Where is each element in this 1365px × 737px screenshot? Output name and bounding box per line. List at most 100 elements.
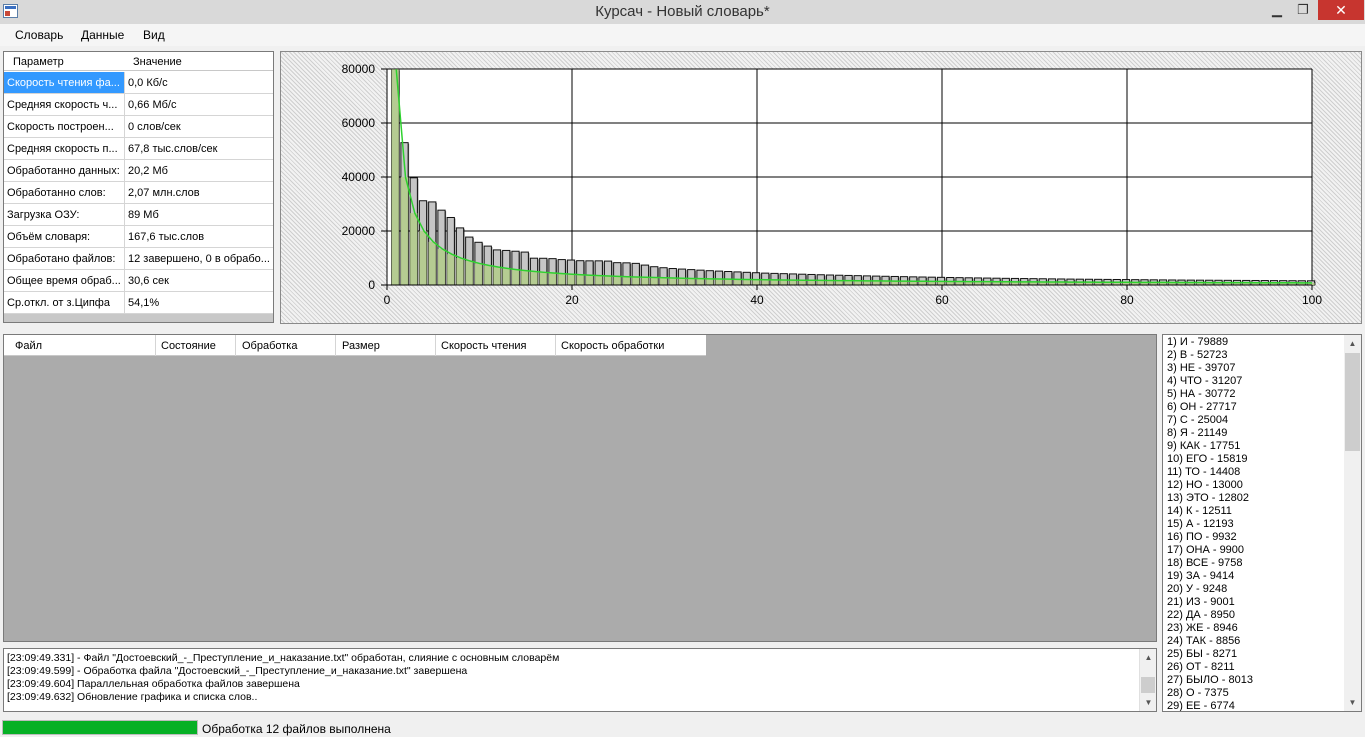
zipf-bar — [743, 279, 751, 285]
x-tick-label: 100 — [1302, 293, 1322, 307]
y-tick-label: 80000 — [342, 62, 376, 76]
scroll-thumb[interactable] — [1141, 677, 1155, 693]
zipf-bar — [632, 277, 640, 285]
scroll-down-icon[interactable]: ▼ — [1344, 694, 1361, 711]
column-header-size[interactable]: Размер — [342, 340, 380, 356]
parameter-row[interactable]: Скорость построен... 0 слов/сек — [4, 116, 273, 138]
parameter-row[interactable]: Обработанно данных: 20,2 Мб — [4, 160, 273, 182]
parameter-row[interactable]: Средняя скорость п... 67,8 тыс.слов/сек — [4, 138, 273, 160]
list-item[interactable]: 12) НО - 13000 — [1167, 479, 1243, 492]
list-item[interactable]: 1) И - 79889 — [1167, 336, 1228, 349]
zipf-bar — [576, 274, 584, 285]
zipf-bar — [447, 254, 455, 285]
log-box[interactable]: [23:09:49.331] - Файл "Достоевский_-_Пре… — [3, 648, 1157, 712]
parameter-row[interactable]: Ср.откл. от з.Ципфа 54,1% — [4, 292, 273, 314]
zipf-bar — [696, 278, 705, 285]
parameter-value: 89 Мб — [128, 209, 159, 221]
zipf-bar — [613, 276, 621, 285]
close-button[interactable]: ✕ — [1318, 0, 1364, 20]
list-item[interactable]: 7) С - 25004 — [1167, 414, 1228, 427]
x-tick-label: 60 — [935, 293, 949, 307]
scroll-up-icon[interactable]: ▲ — [1140, 649, 1156, 666]
list-item[interactable]: 6) ОН - 27717 — [1167, 401, 1237, 414]
word-list[interactable]: 1) И - 79889 2) В - 52723 3) НЕ - 39707 4) … — [1162, 334, 1362, 712]
x-tick-label: 80 — [1120, 293, 1134, 307]
zipf-bar — [428, 241, 436, 285]
parameter-name: Скорость чтения фа... — [4, 72, 125, 93]
menu-data[interactable]: Данные — [81, 28, 124, 42]
parameter-row[interactable]: Средняя скорость ч... 0,66 Мб/с — [4, 94, 273, 116]
list-item[interactable]: 23) ЖЕ - 8946 — [1167, 622, 1238, 635]
menu-view[interactable]: Вид — [143, 28, 165, 42]
status-text: Обработка 12 файлов выполнена — [202, 722, 391, 736]
list-item[interactable]: 26) ОТ - 8211 — [1167, 661, 1235, 674]
list-item[interactable]: 17) ОНА - 9900 — [1167, 544, 1244, 557]
menu-dictionary[interactable]: Словарь — [15, 28, 63, 42]
column-header-processing[interactable]: Обработка — [242, 340, 297, 356]
list-item[interactable]: 11) ТО - 14408 — [1167, 466, 1240, 479]
zipf-bar — [706, 278, 714, 285]
parameter-row[interactable]: Объём словаря: 167,6 тыс.слов — [4, 226, 273, 248]
parameter-row[interactable]: Обработанно слов: 2,07 млн.слов — [4, 182, 273, 204]
y-tick-label: 60000 — [342, 116, 376, 130]
parameter-row[interactable]: Общее время обраб... 30,6 сек — [4, 270, 273, 292]
parameter-row[interactable]: Обработано файлов: 12 завершено, 0 в обра… — [4, 248, 273, 270]
list-item[interactable]: 25) БЫ - 8271 — [1167, 648, 1237, 661]
zipf-bar — [724, 279, 732, 285]
parameter-name: Ср.откл. от з.Ципфа — [4, 292, 125, 313]
list-item[interactable]: 27) БЫЛО - 8013 — [1167, 674, 1253, 687]
column-header-process-speed[interactable]: Скорость обработки — [561, 340, 664, 356]
parameter-value: 167,6 тыс.слов — [128, 231, 205, 243]
scroll-thumb[interactable] — [1345, 353, 1360, 451]
parameter-row[interactable]: Скорость чтения фа... 0,0 Кб/с — [4, 72, 273, 94]
list-item[interactable]: 15) А - 12193 — [1167, 518, 1234, 531]
y-tick-label: 20000 — [342, 224, 376, 238]
list-item[interactable]: 28) О - 7375 — [1167, 687, 1229, 700]
list-item[interactable]: 10) ЕГО - 15819 — [1167, 453, 1248, 466]
minimize-button[interactable]: ▁ — [1264, 0, 1290, 20]
files-grid[interactable]: Файл Состояние Обработка Размер Скорость… — [3, 334, 1157, 642]
word-list-scrollbar[interactable]: ▲ ▼ — [1344, 335, 1361, 711]
list-item[interactable]: 18) ВСЕ - 9758 — [1167, 557, 1242, 570]
list-item[interactable]: 20) У - 9248 — [1167, 583, 1227, 596]
list-item[interactable]: 2) В - 52723 — [1167, 349, 1228, 362]
parameter-row[interactable]: Загрузка ОЗУ: 89 Мб — [4, 204, 273, 226]
app-window: Курсач - Новый словарь* ▁ ❐ ✕ Словарь Да… — [0, 0, 1365, 737]
parameter-name: Средняя скорость ч... — [4, 94, 125, 115]
list-item[interactable]: 5) НА - 30772 — [1167, 388, 1235, 401]
list-item[interactable]: 3) НЕ - 39707 — [1167, 362, 1235, 375]
progress-bar — [2, 720, 198, 735]
column-header-file[interactable]: Файл — [15, 340, 42, 356]
parameter-name: Скорость построен... — [4, 116, 125, 137]
list-item[interactable]: 16) ПО - 9932 — [1167, 531, 1237, 544]
scroll-up-icon[interactable]: ▲ — [1344, 335, 1361, 352]
scroll-down-icon[interactable]: ▼ — [1140, 694, 1156, 711]
parameters-header: Параметр Значение — [4, 52, 273, 71]
column-header-read-speed[interactable]: Скорость чтения — [441, 340, 527, 356]
log-line: [23:09:49.331] - Файл "Достоевский_-_Пре… — [7, 652, 560, 664]
column-header-parameter[interactable]: Параметр — [13, 56, 64, 68]
zipf-bar — [604, 276, 612, 285]
list-item[interactable]: 4) ЧТО - 31207 — [1167, 375, 1242, 388]
list-item[interactable]: 8) Я - 21149 — [1167, 427, 1227, 440]
parameter-name: Обработано файлов: — [4, 248, 125, 269]
parameters-grid[interactable]: Параметр Значение Скорость чтения фа... 0… — [3, 51, 274, 323]
column-header-state[interactable]: Состояние — [161, 340, 216, 356]
list-item[interactable]: 19) ЗА - 9414 — [1167, 570, 1234, 583]
column-header-value[interactable]: Значение — [133, 56, 182, 68]
list-item[interactable]: 9) КАК - 17751 — [1167, 440, 1240, 453]
maximize-button[interactable]: ❐ — [1290, 0, 1316, 20]
list-item[interactable]: 22) ДА - 8950 — [1167, 609, 1235, 622]
zipf-bar — [567, 274, 575, 285]
x-tick-label: 40 — [750, 293, 764, 307]
zipf-bar — [622, 276, 631, 285]
log-scrollbar[interactable]: ▲ ▼ — [1139, 649, 1156, 711]
list-item[interactable]: 13) ЭТО - 12802 — [1167, 492, 1249, 505]
list-item[interactable]: 21) ИЗ - 9001 — [1167, 596, 1235, 609]
list-item[interactable]: 14) К - 12511 — [1167, 505, 1232, 518]
list-item[interactable]: 24) ТАК - 8856 — [1167, 635, 1240, 648]
parameter-name: Обработанно данных: — [4, 160, 125, 181]
parameter-value: 0 слов/сек — [128, 121, 181, 133]
zipf-bar — [752, 279, 760, 285]
list-item[interactable]: 29) ЕЕ - 6774 — [1167, 700, 1235, 711]
